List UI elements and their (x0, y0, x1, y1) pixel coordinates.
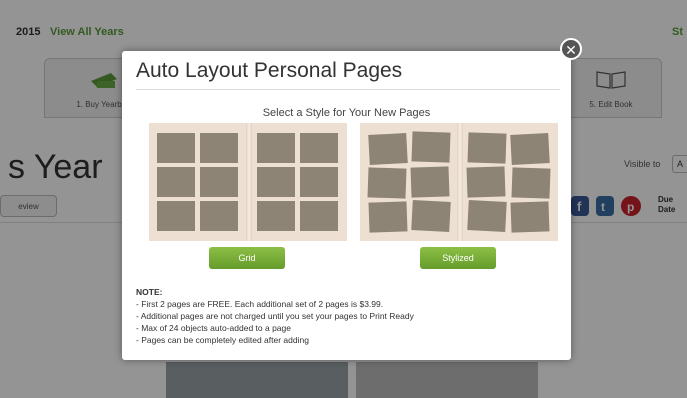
photo-placeholder (257, 201, 295, 231)
note-line: - Max of 24 objects auto-added to a page (136, 323, 291, 333)
book-spine (246, 123, 252, 241)
photo-placeholder (510, 133, 550, 165)
photo-placeholder (466, 166, 506, 198)
note-section: NOTE: - First 2 pages are FREE. Each add… (136, 286, 414, 346)
photo-placeholder (300, 167, 338, 197)
photo-placeholder (368, 201, 408, 233)
stylized-button[interactable]: Stylized (420, 247, 496, 269)
photo-placeholder (367, 167, 407, 199)
photo-placeholder (467, 200, 507, 232)
photo-placeholder (157, 133, 195, 163)
photo-placeholder (200, 201, 238, 231)
photo-placeholder (200, 133, 238, 163)
auto-layout-modal: Auto Layout Personal Pages Select a Styl… (122, 51, 571, 360)
note-line: - Additional pages are not charged until… (136, 311, 414, 321)
photo-placeholder (368, 133, 408, 165)
note-line: - Pages can be completely edited after a… (136, 335, 309, 345)
photo-placeholder (257, 133, 295, 163)
stylized-layout-preview[interactable] (360, 123, 558, 241)
photo-placeholder (411, 131, 451, 163)
photo-placeholder (467, 132, 507, 164)
modal-title: Auto Layout Personal Pages (136, 59, 403, 82)
close-icon[interactable]: ✕ (560, 38, 582, 60)
photo-placeholder (300, 201, 338, 231)
photo-placeholder (257, 167, 295, 197)
note-line: - First 2 pages are FREE. Each additiona… (136, 299, 384, 309)
grid-button[interactable]: Grid (209, 247, 285, 269)
photo-placeholder (200, 167, 238, 197)
modal-divider (136, 89, 560, 90)
note-heading: NOTE: (136, 287, 163, 297)
grid-layout-preview[interactable] (149, 123, 347, 241)
book-spine (457, 123, 463, 241)
modal-subtitle: Select a Style for Your New Pages (262, 107, 431, 119)
photo-placeholder (411, 200, 451, 232)
photo-placeholder (511, 167, 551, 199)
photo-placeholder (510, 201, 550, 233)
photo-placeholder (410, 166, 450, 198)
photo-placeholder (157, 167, 195, 197)
photo-placeholder (157, 201, 195, 231)
photo-placeholder (300, 133, 338, 163)
